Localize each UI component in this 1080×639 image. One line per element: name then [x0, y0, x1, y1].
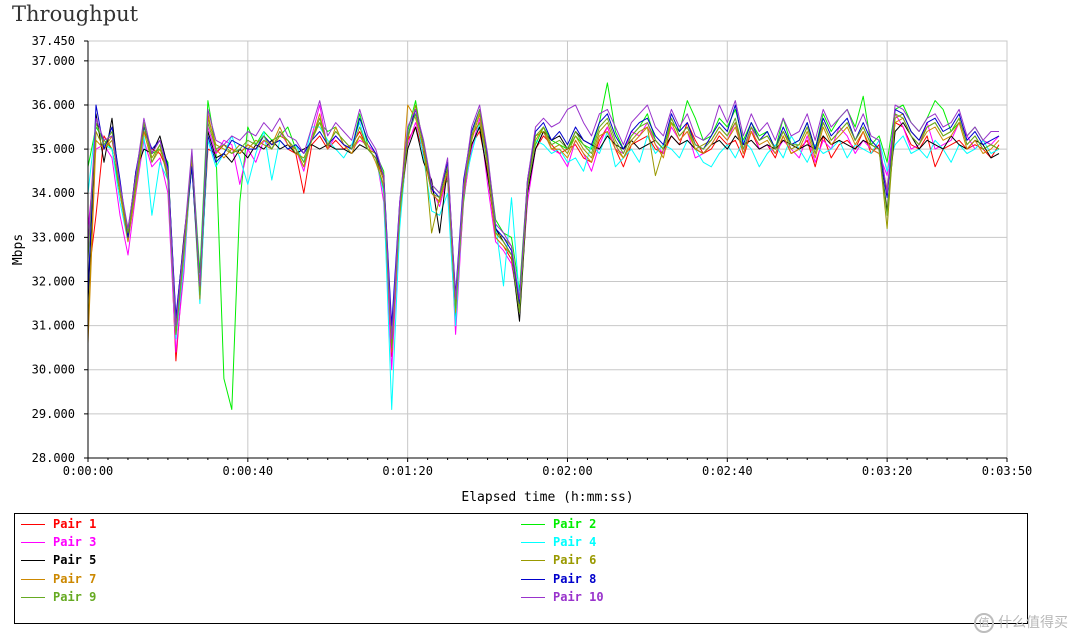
y-tick-label: 33.000 — [32, 230, 75, 244]
y-tick-label: 37.450 — [32, 34, 75, 48]
legend-item: Pair 6 — [521, 551, 596, 569]
legend-label: Pair 10 — [553, 589, 604, 604]
legend-item: Pair 1 — [21, 515, 96, 533]
y-tick-label: 29.000 — [32, 407, 75, 421]
legend-item: Pair 8 — [521, 570, 596, 588]
y-tick-label: 36.000 — [32, 98, 75, 112]
legend-label: Pair 4 — [553, 535, 597, 550]
legend-item: Pair 4 — [521, 533, 596, 551]
legend-item: Pair 5 — [21, 551, 96, 569]
legend-label: Pair 2 — [553, 517, 597, 531]
legend-swatch — [521, 596, 545, 598]
legend-swatch — [521, 524, 545, 525]
y-tick-label: 32.000 — [32, 274, 75, 288]
legend-label: Pair 6 — [553, 553, 597, 568]
grid — [87, 40, 1008, 459]
legend: Pair 1 Pair 2 Pair 3 Pair 4 Pair 5 Pair 6 Pair… — [14, 513, 1028, 624]
legend-label: Pair 8 — [553, 571, 597, 586]
x-tick-label: 0:02:00 — [542, 464, 593, 478]
throughput-chart: 28.000 29.000 30.000 31.000 32.000 33.000 34.0… — [11, 34, 1033, 505]
y-tick-label: 34.000 — [32, 186, 75, 200]
legend-item: Pair 9 — [21, 588, 96, 606]
x-tick-label: 0:03:50 — [982, 464, 1033, 478]
legend-swatch — [521, 560, 545, 562]
legend-item: Pair 2 — [521, 515, 596, 533]
axes — [87, 41, 1007, 459]
legend-swatch — [21, 542, 45, 544]
legend-item: Pair 7 — [21, 570, 96, 588]
legend-label: Pair 7 — [53, 571, 97, 586]
x-axis-title: Elapsed time (h:mm:ss) — [461, 490, 633, 505]
legend-label: Pair 3 — [53, 535, 97, 550]
legend-swatch — [521, 542, 545, 544]
x-tick-label: 0:03:20 — [862, 464, 913, 478]
x-tick-label: 0:01:20 — [382, 464, 433, 478]
x-tick-label: 0:02:40 — [702, 464, 753, 478]
legend-swatch — [21, 578, 45, 580]
legend-item: Pair 10 — [521, 588, 604, 606]
legend-swatch — [21, 560, 45, 562]
y-axis-title: Mbps — [11, 234, 26, 265]
y-tick-label: 30.000 — [32, 363, 75, 377]
y-tick-label: 28.000 — [32, 451, 75, 465]
watermark: 值什么值得买 — [974, 612, 1068, 633]
legend-swatch — [21, 596, 45, 598]
series-line-pair-8 — [87, 104, 1000, 327]
y-tick-label: 37.000 — [32, 54, 75, 68]
y-tick-label: 35.000 — [32, 142, 75, 156]
y-tick-label: 31.000 — [32, 319, 75, 333]
x-tick-label: 0:00:00 — [63, 464, 114, 478]
legend-swatch — [21, 524, 45, 525]
series-line-pair-4 — [87, 113, 1000, 410]
plot-frame — [87, 40, 1008, 459]
legend-item: Pair 3 — [21, 533, 96, 551]
legend-label: Pair 1 — [53, 517, 97, 531]
legend-swatch — [521, 578, 545, 580]
x-tick-label: 0:00:40 — [223, 464, 274, 478]
watermark-text: 什么值得买 — [998, 615, 1068, 631]
series-layer — [87, 82, 1000, 410]
watermark-logo-icon: 值 — [974, 613, 994, 633]
legend-label: Pair 5 — [53, 553, 97, 568]
legend-label: Pair 9 — [53, 589, 97, 604]
